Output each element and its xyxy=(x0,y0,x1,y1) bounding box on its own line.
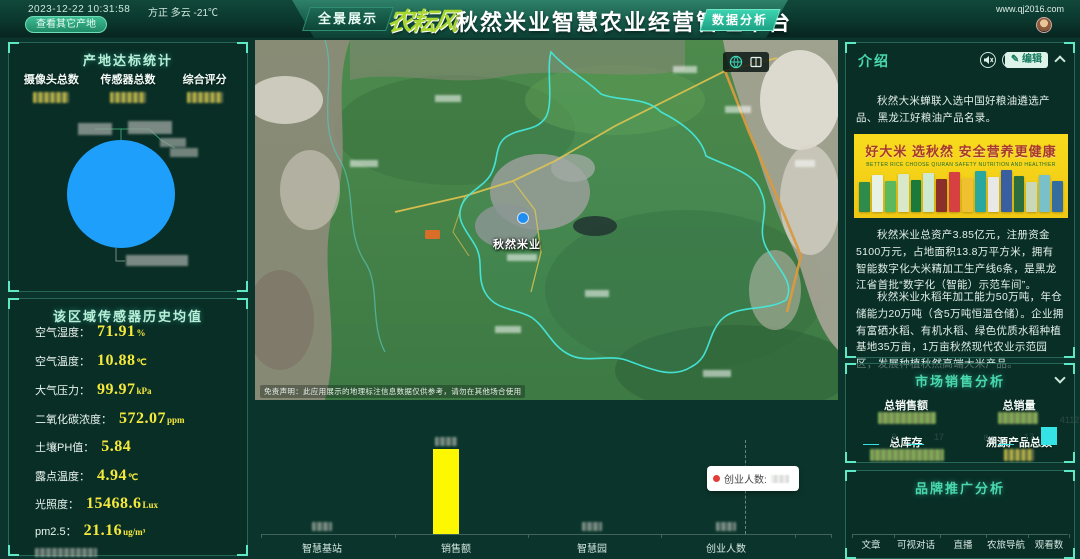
pie-slice-blue[interactable] xyxy=(67,140,175,248)
sensor-row-dewpoint: 露点温度： 4.94 ℃ xyxy=(35,467,138,485)
company-marker-label: 秋然米业 xyxy=(493,236,541,252)
sensor-row-pressure: 大气压力： 99.97 kPa xyxy=(35,381,152,399)
panel-brand-promotion: 品牌推广分析 2 文章 17 可视对话 0 直播 17 农旅导航 41127 观… xyxy=(845,470,1075,559)
sensor-row-co2: 二氧化碳浓度： 572.07 ppm xyxy=(35,410,185,428)
banner-headline: 好大米 选秋然 安全营养更健康 xyxy=(854,141,1068,160)
bar-value-masked xyxy=(435,437,457,446)
masked-value xyxy=(870,449,944,461)
tab-data-analysis[interactable]: 数据分析 xyxy=(699,9,780,31)
brand-bar[interactable] xyxy=(908,444,924,445)
globe-icon[interactable] xyxy=(729,55,743,69)
advert-banner[interactable]: 好大米 选秋然 安全营养更健康 BETTER RICE CHOOSE QIURA… xyxy=(854,134,1068,218)
chart-tooltip: 创业人数: xyxy=(707,466,799,491)
panel-title: 介绍 xyxy=(858,51,890,71)
brand-bar[interactable] xyxy=(998,444,1014,445)
satellite-map[interactable]: 秋然米业 免责声明：此应用展示的地理标注信息数据仅供参考，请勿在其他场合使用 xyxy=(255,40,838,400)
bar-value-masked xyxy=(312,522,332,531)
x-axis xyxy=(852,534,1068,535)
view-other-sites-button[interactable]: 查看其它产地 xyxy=(25,16,107,33)
panel-title: 市场销售分析 xyxy=(846,371,1074,390)
masked-value xyxy=(1004,449,1034,461)
category-smart-station: 智慧基站 xyxy=(287,540,357,555)
user-avatar[interactable] xyxy=(1036,17,1052,33)
panel-title: 品牌推广分析 xyxy=(846,478,1074,497)
tab-panorama[interactable]: 全景展示 xyxy=(302,7,394,31)
map-graphics xyxy=(255,40,838,400)
intro-paragraph-3: 秋然米业水稻年加工能力50万吨，年仓储能力20万吨（含5万吨恒温仓储）。企业拥有… xyxy=(856,289,1064,373)
edit-button[interactable]: ✎ 编辑 xyxy=(1005,52,1048,68)
tooltip-series-dot xyxy=(713,475,720,482)
map-disclaimer: 免责声明：此应用展示的地理标注信息数据仅供参考，请勿在其他场合使用 xyxy=(260,385,525,398)
map-layer-controls[interactable] xyxy=(723,52,769,72)
sensor-row-ph: 土壤PH值： 5.84 xyxy=(35,438,132,456)
header-datetime: 2023-12-22 10:31:58 xyxy=(28,4,130,15)
category-entrepreneurs: 创业人数 xyxy=(691,540,761,555)
standards-pie-chart[interactable] xyxy=(9,98,249,288)
bar-value-masked xyxy=(582,522,602,531)
sales-bar[interactable] xyxy=(433,449,459,534)
panel-market-analysis: 市场销售分析 总销售额 总销量 总库存 溯源产品总数 xyxy=(845,363,1075,463)
layers-icon[interactable] xyxy=(749,55,763,69)
intro-paragraph-1: 秋然大米蝉联入选中国好粮油遴选产品、黑龙江好粮油产品名录。 xyxy=(856,93,1064,127)
top-header: 2023-12-22 10:31:58 方正 多云 -21℃ 查看其它产地 全景… xyxy=(0,0,1080,38)
sensor-row-humidity: 空气湿度： 71.91 % xyxy=(35,323,146,341)
company-marker xyxy=(518,213,529,224)
sensor-row-air-temp: 空气温度： 10.88 ℃ xyxy=(35,352,147,370)
mute-audio-button[interactable] xyxy=(980,52,996,68)
sensor-row-light: 光照度： 15468.6 Lux xyxy=(35,495,158,513)
brand-bar[interactable] xyxy=(1041,427,1057,445)
sensor-row-pm25: pm2.5： 21.16 ug/m³ xyxy=(35,522,145,540)
category-smart-garden: 智慧园 xyxy=(557,540,627,555)
category-sales: 销售额 xyxy=(421,540,491,555)
x-axis xyxy=(261,534,832,535)
brand-bar[interactable] xyxy=(863,444,879,445)
collapse-chevron-up-icon[interactable] xyxy=(1054,55,1065,66)
header-weather: 方正 多云 -21℃ xyxy=(148,4,218,19)
intro-paragraph-2: 秋然米业总资产3.85亿元，注册资金5100万元，占地面积13.8万平方米，拥有… xyxy=(856,227,1064,294)
panel-intro: 介绍 ✎ 编辑 秋然大米蝉联入选中国好粮油遴选产品、黑龙江好粮油产品名录。 好大… xyxy=(845,42,1075,358)
sensor-row-masked xyxy=(35,548,97,557)
panel-standards-stats: 产地达标统计 摄像头总数 传感器总数 综合评分 xyxy=(8,42,248,292)
tooltip-value-masked xyxy=(771,475,789,483)
bar-value-masked xyxy=(716,522,736,531)
panel-sensor-history: 该区域传感器历史均值 空气湿度： 71.91 % 空气温度： 10.88 ℃ 大… xyxy=(8,298,248,556)
masked-value xyxy=(998,412,1038,424)
panel-title: 产地达标统计 xyxy=(9,50,247,69)
product-thumbnails xyxy=(859,168,1063,212)
masked-value xyxy=(878,412,936,424)
website-watermark: www.qj2016.com xyxy=(996,4,1064,14)
bottom-bar-chart: 智慧基站 销售额 智慧园 创业人数 创业人数: xyxy=(255,400,838,559)
brand-logo: 农耘风 xyxy=(385,2,459,38)
